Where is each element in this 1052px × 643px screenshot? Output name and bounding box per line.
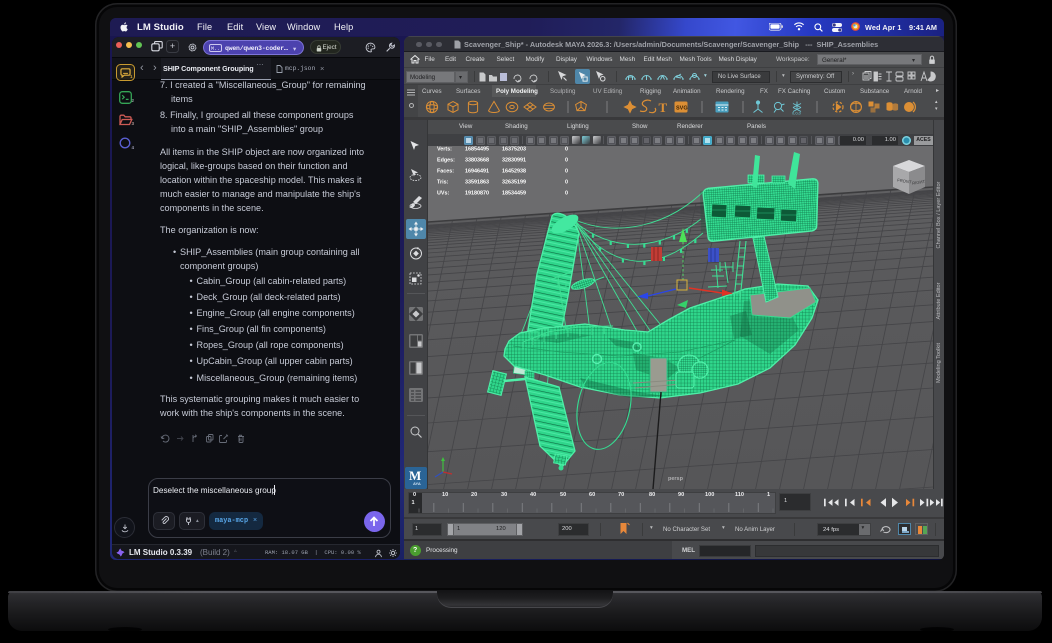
svg-text:0: 0 <box>565 168 568 174</box>
svg-text:UVs:: UVs: <box>437 191 449 197</box>
svg-text:SVG: SVG <box>676 106 688 112</box>
svg-text:0: 0 <box>565 180 568 186</box>
svg-text:T: T <box>659 100 668 115</box>
svg-text:0,0,0: 0,0,0 <box>792 111 802 116</box>
svg-text:Tris:: Tris: <box>437 180 449 186</box>
svg-text:Verts:: Verts: <box>437 146 452 152</box>
svg-text:33591863: 33591863 <box>465 180 489 186</box>
svg-text:Edges:: Edges: <box>437 157 455 163</box>
svg-text:Faces:: Faces: <box>437 168 454 174</box>
svg-text:16452938: 16452938 <box>502 168 526 174</box>
svg-text:16946491: 16946491 <box>465 168 489 174</box>
svg-text:19180870: 19180870 <box>465 191 489 197</box>
svg-text:32635199: 32635199 <box>502 180 526 186</box>
svg-text:33803668: 33803668 <box>465 157 489 163</box>
svg-text:0: 0 <box>565 146 568 152</box>
svg-text:18534459: 18534459 <box>502 191 526 197</box>
svg-text:16854495: 16854495 <box>465 146 489 152</box>
svg-text:16375203: 16375203 <box>502 146 526 152</box>
svg-text:32830991: 32830991 <box>502 157 526 163</box>
svg-text:0: 0 <box>565 191 568 197</box>
svg-text:0: 0 <box>565 157 568 163</box>
svg-text:persp: persp <box>668 476 684 482</box>
